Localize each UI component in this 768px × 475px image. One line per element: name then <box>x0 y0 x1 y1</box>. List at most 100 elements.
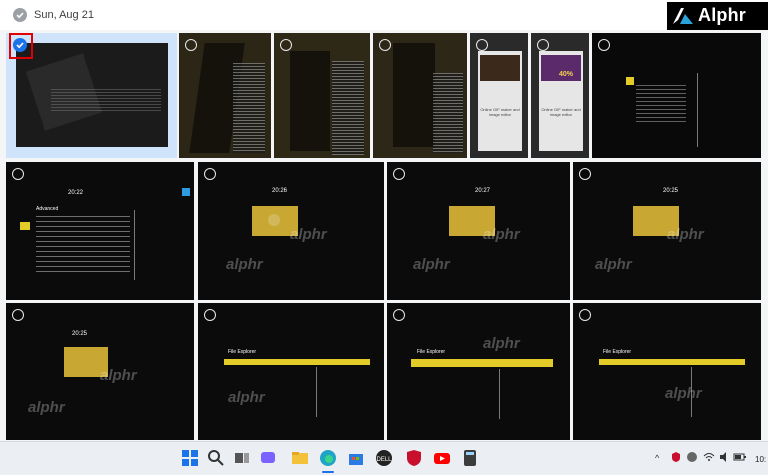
search-icon[interactable] <box>206 448 226 468</box>
watermark: alphr <box>595 256 632 273</box>
dell-icon[interactable]: DELL <box>374 448 394 468</box>
selected-check-icon[interactable] <box>13 38 27 52</box>
photo-tile-bios[interactable]: 20:22 Advanced <box>6 162 194 300</box>
bios-divider <box>134 210 135 280</box>
watermark: alphr <box>290 226 327 243</box>
tile-clock: 20:27 <box>475 188 491 194</box>
select-circle-icon[interactable] <box>12 168 24 180</box>
photo-text-lines <box>332 61 364 155</box>
watermark: alphr <box>28 399 65 416</box>
photo-tile-video[interactable]: 20:25 alphr alphr <box>6 303 194 440</box>
windows-taskbar: DELL ^ 10: <box>0 441 768 475</box>
select-circle-icon[interactable] <box>12 309 24 321</box>
select-date-check-icon[interactable] <box>13 8 27 22</box>
microsoft-store-icon[interactable] <box>346 448 366 468</box>
date-label: Sun, Aug 21 <box>34 9 94 21</box>
alphr-logo-icon <box>673 8 693 24</box>
teams-chat-icon[interactable] <box>258 448 278 468</box>
alphr-logo-text: Alphr <box>698 5 746 25</box>
select-circle-icon[interactable] <box>476 39 488 51</box>
photo-tile-file-explorer[interactable]: File Explorer alphr <box>573 303 761 440</box>
watermark: alphr <box>228 389 265 406</box>
photo-tile[interactable] <box>179 33 271 158</box>
select-circle-icon[interactable] <box>204 168 216 180</box>
watermark: alphr <box>483 335 520 352</box>
photo-tile[interactable] <box>274 33 370 158</box>
mcafee-icon[interactable] <box>404 448 424 468</box>
select-circle-icon[interactable] <box>393 168 405 180</box>
divider <box>499 369 500 419</box>
photo-tile-file-explorer[interactable]: File Explorer alphr <box>198 303 384 440</box>
watermark: alphr <box>226 256 263 273</box>
file-row-highlight <box>599 359 745 365</box>
watermark: alphr <box>413 256 450 273</box>
watermark: alphr <box>100 367 137 384</box>
photo-tile-phone[interactable]: Online GIF maker and image editor <box>470 33 528 158</box>
security-tray-icon[interactable] <box>686 451 698 465</box>
calculator-icon[interactable] <box>460 448 480 468</box>
photo-text-lines <box>433 73 463 153</box>
chevron-up-icon[interactable]: ^ <box>655 453 659 463</box>
active-indicator <box>322 471 334 473</box>
tile-clock: 20:25 <box>663 188 679 194</box>
photo-tile-phone[interactable]: 40% Online GIF maker and image editor <box>531 33 589 158</box>
file-row-highlight <box>411 359 553 367</box>
phone-caption: Online GIF maker and image editor <box>480 107 520 117</box>
select-circle-icon[interactable] <box>280 39 292 51</box>
select-circle-icon[interactable] <box>393 309 405 321</box>
phone-caption: Online GIF maker and image editor <box>541 107 581 117</box>
speaker-icon[interactable] <box>718 451 730 465</box>
photo-shadow <box>393 43 435 147</box>
date-header: Sun, Aug 21 Alphr <box>0 0 768 30</box>
select-circle-icon[interactable] <box>579 168 591 180</box>
photo-tile[interactable] <box>373 33 467 158</box>
svg-text:DELL: DELL <box>376 457 392 463</box>
watermark: alphr <box>665 385 702 402</box>
phone-banner <box>480 55 520 81</box>
file-explorer-title: File Explorer <box>417 349 446 355</box>
divider <box>316 367 317 417</box>
windows-start-icon[interactable] <box>180 448 200 468</box>
youtube-icon[interactable] <box>432 448 452 468</box>
task-view-icon[interactable] <box>232 448 252 468</box>
photo-text-lines <box>51 89 161 113</box>
bios-clock: 20:22 <box>68 190 84 196</box>
sale-badge: 40% <box>559 71 574 78</box>
watermark: alphr <box>667 226 704 243</box>
file-explorer-title: File Explorer <box>228 349 257 355</box>
edge-icon[interactable] <box>318 448 338 468</box>
bios-highlight <box>626 77 634 85</box>
bios-menu-lines <box>636 85 686 125</box>
file-explorer-icon[interactable] <box>290 448 310 468</box>
tile-clock: 20:25 <box>72 331 88 337</box>
bios-menu-lines <box>36 216 130 276</box>
photo-tile-video[interactable]: 20:27 alphr alphr <box>387 162 570 300</box>
info-icon <box>182 188 190 196</box>
photo-tile-video[interactable]: 20:25 alphr alphr <box>573 162 761 300</box>
play-icon <box>268 214 280 226</box>
bios-divider <box>697 73 698 147</box>
select-circle-icon[interactable] <box>579 309 591 321</box>
select-circle-icon[interactable] <box>204 309 216 321</box>
battery-icon[interactable] <box>733 451 747 465</box>
photo-tile-video[interactable]: 20:26 alphr alphr <box>198 162 384 300</box>
file-explorer-title: File Explorer <box>603 349 632 355</box>
file-row-highlight <box>224 359 370 365</box>
photo-shadow <box>290 51 330 151</box>
bios-highlight <box>20 222 30 230</box>
photo-tile-bios[interactable] <box>592 33 761 158</box>
taskbar-clock[interactable]: 10: <box>755 455 766 464</box>
wifi-icon[interactable] <box>703 451 715 465</box>
alphr-logo: Alphr <box>667 2 768 30</box>
select-circle-icon[interactable] <box>598 39 610 51</box>
photo-tile-file-explorer[interactable]: File Explorer alphr <box>387 303 570 440</box>
select-circle-icon[interactable] <box>379 39 391 51</box>
bios-title: Advanced <box>36 206 59 212</box>
tile-clock: 20:26 <box>272 188 288 194</box>
watermark: alphr <box>483 226 520 243</box>
select-circle-icon[interactable] <box>537 39 549 51</box>
photo-gallery-window: Sun, Aug 21 Alphr Online GIF maker and i… <box>0 0 768 475</box>
mcafee-tray-icon[interactable] <box>670 451 682 465</box>
select-circle-icon[interactable] <box>185 39 197 51</box>
photo-text-lines <box>233 63 265 153</box>
